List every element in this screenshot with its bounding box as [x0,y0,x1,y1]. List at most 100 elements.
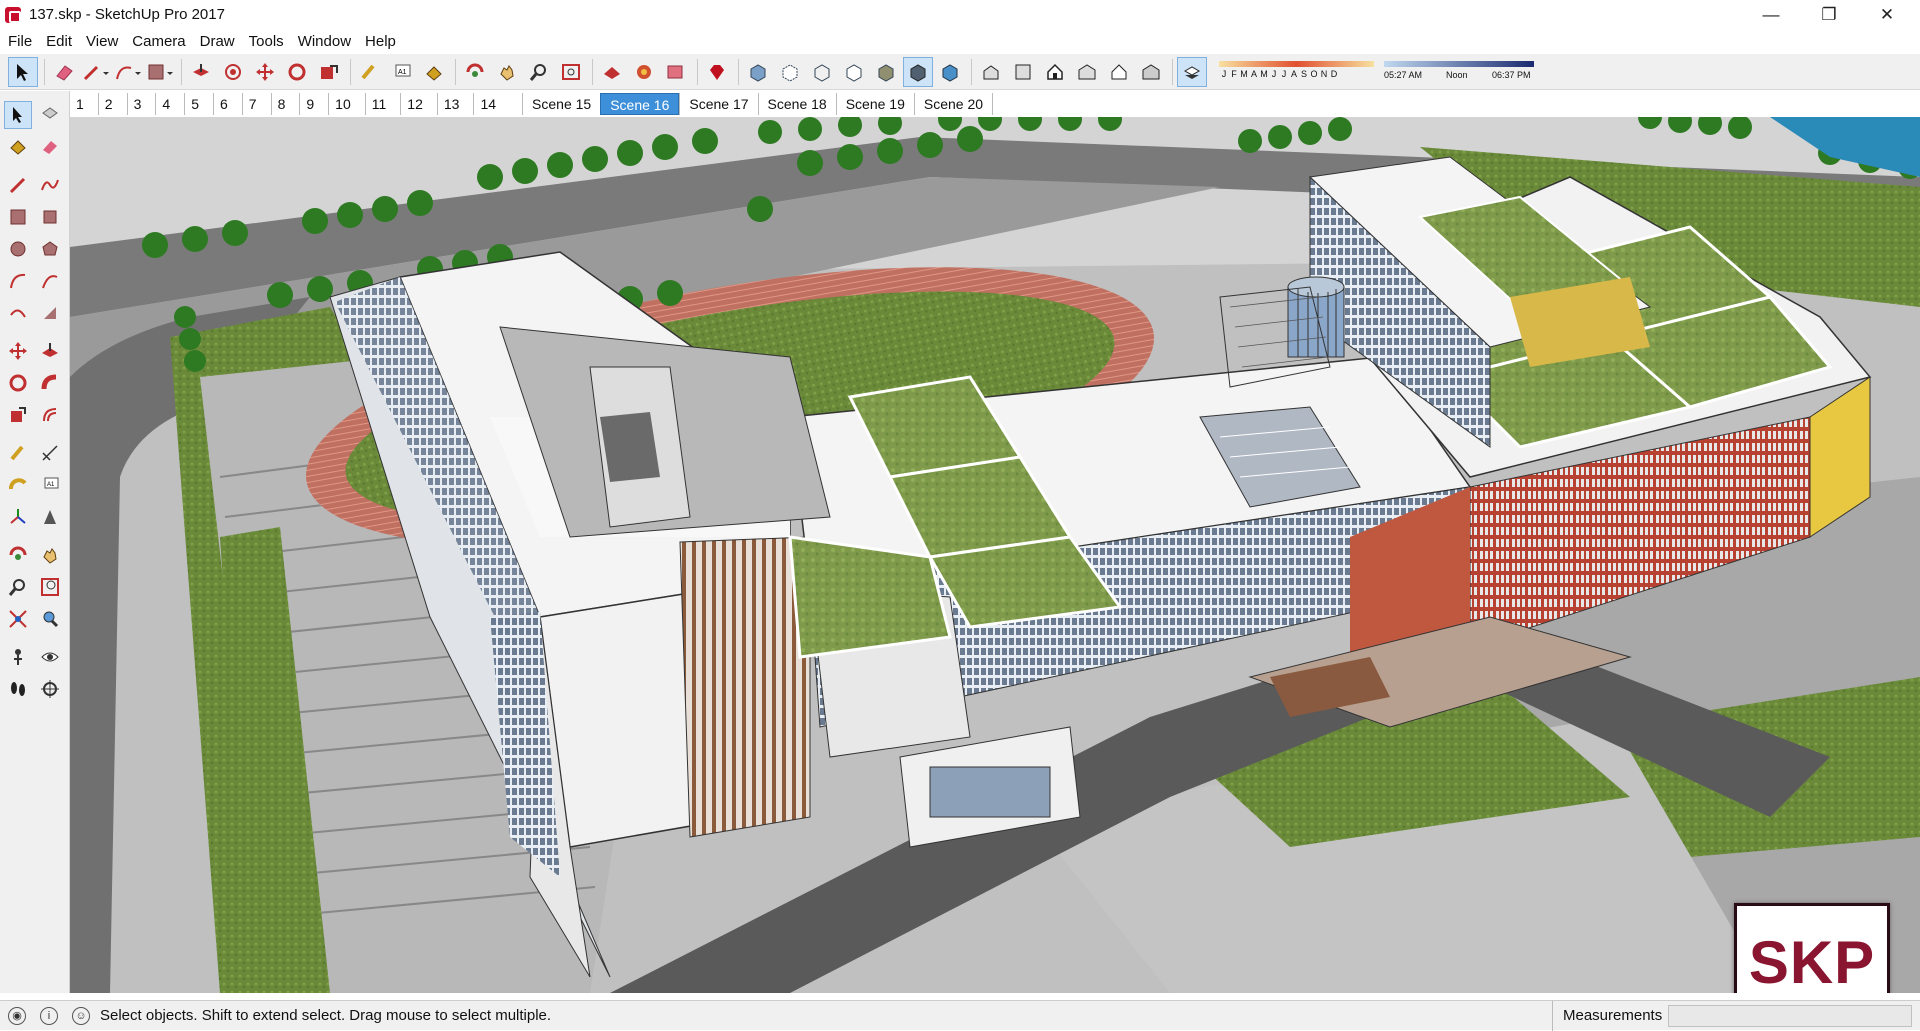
right-view-button[interactable] [1072,57,1102,87]
back-edges-style-button[interactable] [775,57,805,87]
wireframe-style-button[interactable] [807,57,837,87]
pie-tool[interactable] [36,299,64,327]
orbit-button[interactable] [460,57,490,87]
move-button[interactable] [250,57,280,87]
maximize-button[interactable]: ❐ [1800,0,1858,29]
polygon-tool[interactable] [36,235,64,263]
arc-tool-button[interactable] [113,57,143,87]
scene-tab-4[interactable]: 4 [155,93,184,115]
rotate-tool[interactable] [4,369,32,397]
axes-tool[interactable] [4,503,32,531]
position-camera-tool[interactable] [4,643,32,671]
eraser-tool[interactable] [36,133,64,161]
menu-view[interactable]: View [79,29,125,54]
zoom-tool[interactable] [4,573,32,601]
scene-tab-7[interactable]: 7 [241,93,271,115]
scene-tab-20[interactable]: Scene 20 [913,93,994,115]
scene-tab-13[interactable]: 13 [436,93,474,115]
zoom-extents-button[interactable] [556,57,586,87]
monochrome-style-button[interactable] [935,57,965,87]
walk-tool[interactable] [4,675,32,703]
front-view-button[interactable] [1040,57,1070,87]
scene-tab-8[interactable]: 8 [270,93,300,115]
menu-camera[interactable]: Camera [125,29,192,54]
menu-draw[interactable]: Draw [193,29,242,54]
sketchup-app-icon[interactable] [5,6,21,23]
rotated-rectangle-tool[interactable] [36,203,64,231]
scene-tab-3[interactable]: 3 [126,93,156,115]
scale-button[interactable] [314,57,344,87]
move-tool[interactable] [4,337,32,365]
user-account-icon[interactable]: ☺ [72,1006,90,1025]
line-tool-button[interactable] [81,57,111,87]
tape-measure-tool[interactable] [4,439,32,467]
3d-text-tool[interactable] [36,503,64,531]
3d-warehouse-button[interactable] [597,57,627,87]
scene-tab-11[interactable]: 11 [364,93,401,115]
scene-tab-17[interactable]: Scene 17 [679,93,757,115]
rotate-button[interactable] [282,57,312,87]
offset-button[interactable] [218,57,248,87]
paint-bucket-tool[interactable] [4,133,32,161]
month-slider[interactable]: JFMAMJJASOND [1219,60,1374,83]
display-shadows-button[interactable] [1177,56,1207,87]
scene-tab-2[interactable]: 2 [97,93,127,115]
select-tool-button[interactable] [8,56,38,87]
menu-edit[interactable]: Edit [39,29,79,54]
layout-button[interactable] [661,57,691,87]
left-view-button[interactable] [1136,57,1166,87]
line-tool[interactable] [4,171,32,199]
push-pull-button[interactable] [186,57,216,87]
look-around-tool[interactable] [36,643,64,671]
menu-window[interactable]: Window [291,29,358,54]
follow-me-tool[interactable] [36,369,64,397]
scene-tab-10[interactable]: 10 [328,93,365,115]
scene-tab-16[interactable]: Scene 16 [600,93,680,115]
push-pull-tool[interactable] [36,337,64,365]
text-tool-button[interactable]: A1 [387,57,417,87]
section-plane-tool[interactable] [36,675,64,703]
scene-tab-15[interactable]: Scene 15 [522,93,600,115]
time-slider[interactable]: 05:27 AM Noon 06:37 PM [1384,60,1534,83]
circle-tool[interactable] [4,235,32,263]
rectangle-tool[interactable] [4,203,32,231]
ruby-console-button[interactable] [702,57,732,87]
measurements-input[interactable] [1668,1005,1912,1027]
freehand-tool[interactable] [36,171,64,199]
scene-tab-19[interactable]: Scene 19 [835,93,914,115]
previous-view-tool[interactable] [36,605,64,633]
zoom-button[interactable] [524,57,554,87]
scene-tab-14[interactable]: 14 [473,93,522,115]
shapes-tool-button[interactable] [145,57,175,87]
pan-tool[interactable] [36,541,64,569]
arc-tool[interactable] [4,267,32,295]
top-view-button[interactable] [1008,57,1038,87]
shaded-textures-style-button[interactable] [903,56,933,87]
text-tool[interactable]: A1 [36,471,64,499]
geo-location-icon[interactable]: ◉ [8,1006,26,1025]
scene-tab-1[interactable]: 1 [70,93,98,115]
scale-tool[interactable] [4,401,32,429]
scene-tab-9[interactable]: 9 [299,93,328,115]
scene-tab-18[interactable]: Scene 18 [757,93,836,115]
zoom-window-tool[interactable] [36,573,64,601]
zoom-extents-tool[interactable] [4,605,32,633]
three-point-arc-tool[interactable] [4,299,32,327]
scene-tab-5[interactable]: 5 [184,93,213,115]
model-viewport[interactable]: SKP [70,117,1920,993]
two-point-arc-tool[interactable] [36,267,64,295]
eraser-button[interactable] [49,57,79,87]
dimension-tool[interactable] [36,439,64,467]
scene-tab-12[interactable]: 12 [400,93,437,115]
back-view-button[interactable] [1104,57,1134,87]
info-icon[interactable]: i [40,1006,58,1025]
minimize-button[interactable]: — [1742,0,1800,29]
menu-file[interactable]: File [1,29,39,54]
orbit-tool[interactable] [4,541,32,569]
protractor-tool[interactable] [4,471,32,499]
menu-tools[interactable]: Tools [242,29,291,54]
offset-tool[interactable] [36,401,64,429]
shaded-style-button[interactable] [871,57,901,87]
select-tool[interactable] [4,101,32,129]
hidden-line-style-button[interactable] [839,57,869,87]
